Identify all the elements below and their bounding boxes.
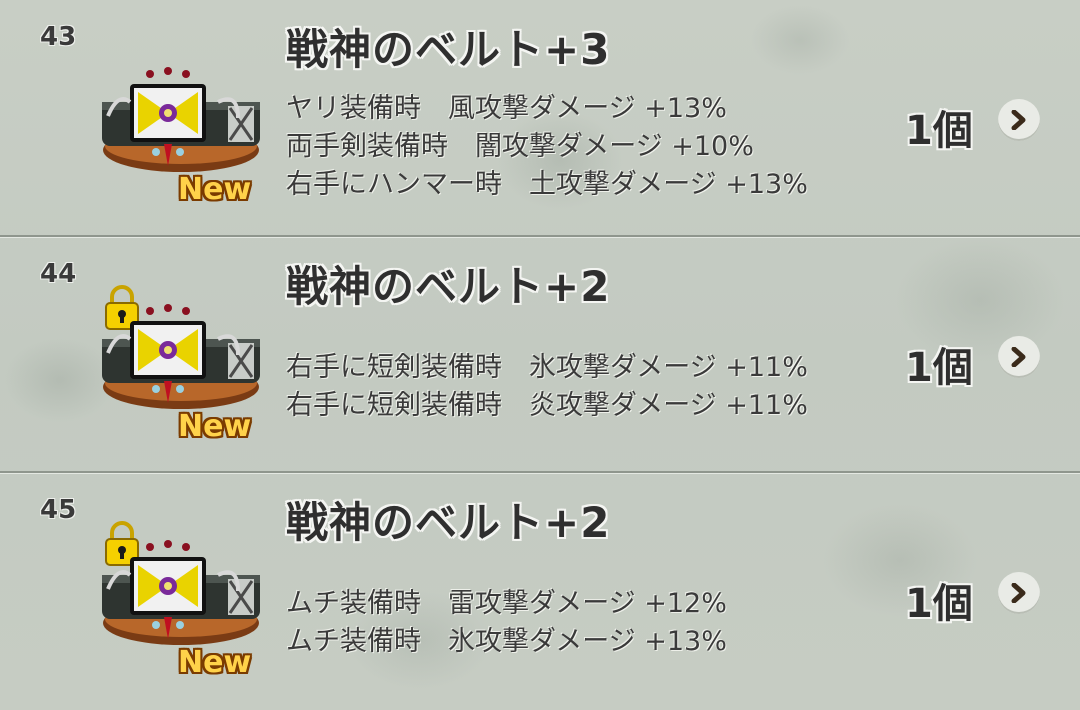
item-name: 戦神のベルト+3 — [286, 25, 611, 74]
effect-line: 右手に短剣装備時 氷攻撃ダメージ +11% — [286, 352, 808, 383]
detail-button[interactable] — [998, 99, 1040, 141]
detail-button[interactable] — [998, 572, 1040, 614]
item-count: 1個 — [905, 581, 973, 627]
effect-list: ムチ装備時 雷攻撃ダメージ +12% ムチ装備時 氷攻撃ダメージ +13% — [286, 585, 727, 661]
item-row[interactable]: 43 New 戦神のベルト+3 ヤリ装備時 風攻撃ダメージ +13% 両手剣装備… — [0, 0, 1080, 235]
effect-line: 右手に短剣装備時 炎攻撃ダメージ +11% — [286, 390, 808, 421]
item-count: 1個 — [905, 345, 973, 391]
item-count: 1個 — [905, 108, 973, 154]
effect-line: 両手剣装備時 闇攻撃ダメージ +10% — [286, 131, 754, 162]
effect-list: ヤリ装備時 風攻撃ダメージ +13% 両手剣装備時 闇攻撃ダメージ +10% 右… — [286, 90, 808, 204]
effect-line: ムチ装備時 氷攻撃ダメージ +13% — [286, 626, 727, 657]
item-number: 43 — [40, 22, 77, 52]
effect-line: ムチ装備時 雷攻撃ダメージ +12% — [286, 588, 727, 619]
item-row[interactable]: 44 New 戦神のベルト+2 右手に短剣装備時 氷攻撃ダメージ +11% 右手… — [0, 237, 1080, 471]
item-name: 戦神のベルト+2 — [286, 498, 611, 547]
effect-list: 右手に短剣装備時 氷攻撃ダメージ +11% 右手に短剣装備時 炎攻撃ダメージ +… — [286, 349, 808, 425]
effect-line: ヤリ装備時 風攻撃ダメージ +13% — [286, 93, 727, 124]
chevron-right-icon — [1011, 583, 1026, 603]
item-number: 44 — [40, 259, 77, 289]
detail-button[interactable] — [998, 336, 1040, 378]
new-badge: New — [178, 172, 252, 207]
effect-line: 右手にハンマー時 土攻撃ダメージ +13% — [286, 169, 808, 200]
item-row[interactable]: 45 New 戦神のベルト+2 ムチ装備時 雷攻撃ダメージ +12% ムチ装備時… — [0, 473, 1080, 710]
item-number: 45 — [40, 495, 77, 525]
new-badge: New — [178, 645, 252, 680]
item-name: 戦神のベルト+2 — [286, 262, 611, 311]
chevron-right-icon — [1011, 110, 1026, 130]
new-badge: New — [178, 409, 252, 444]
chevron-right-icon — [1011, 347, 1026, 367]
